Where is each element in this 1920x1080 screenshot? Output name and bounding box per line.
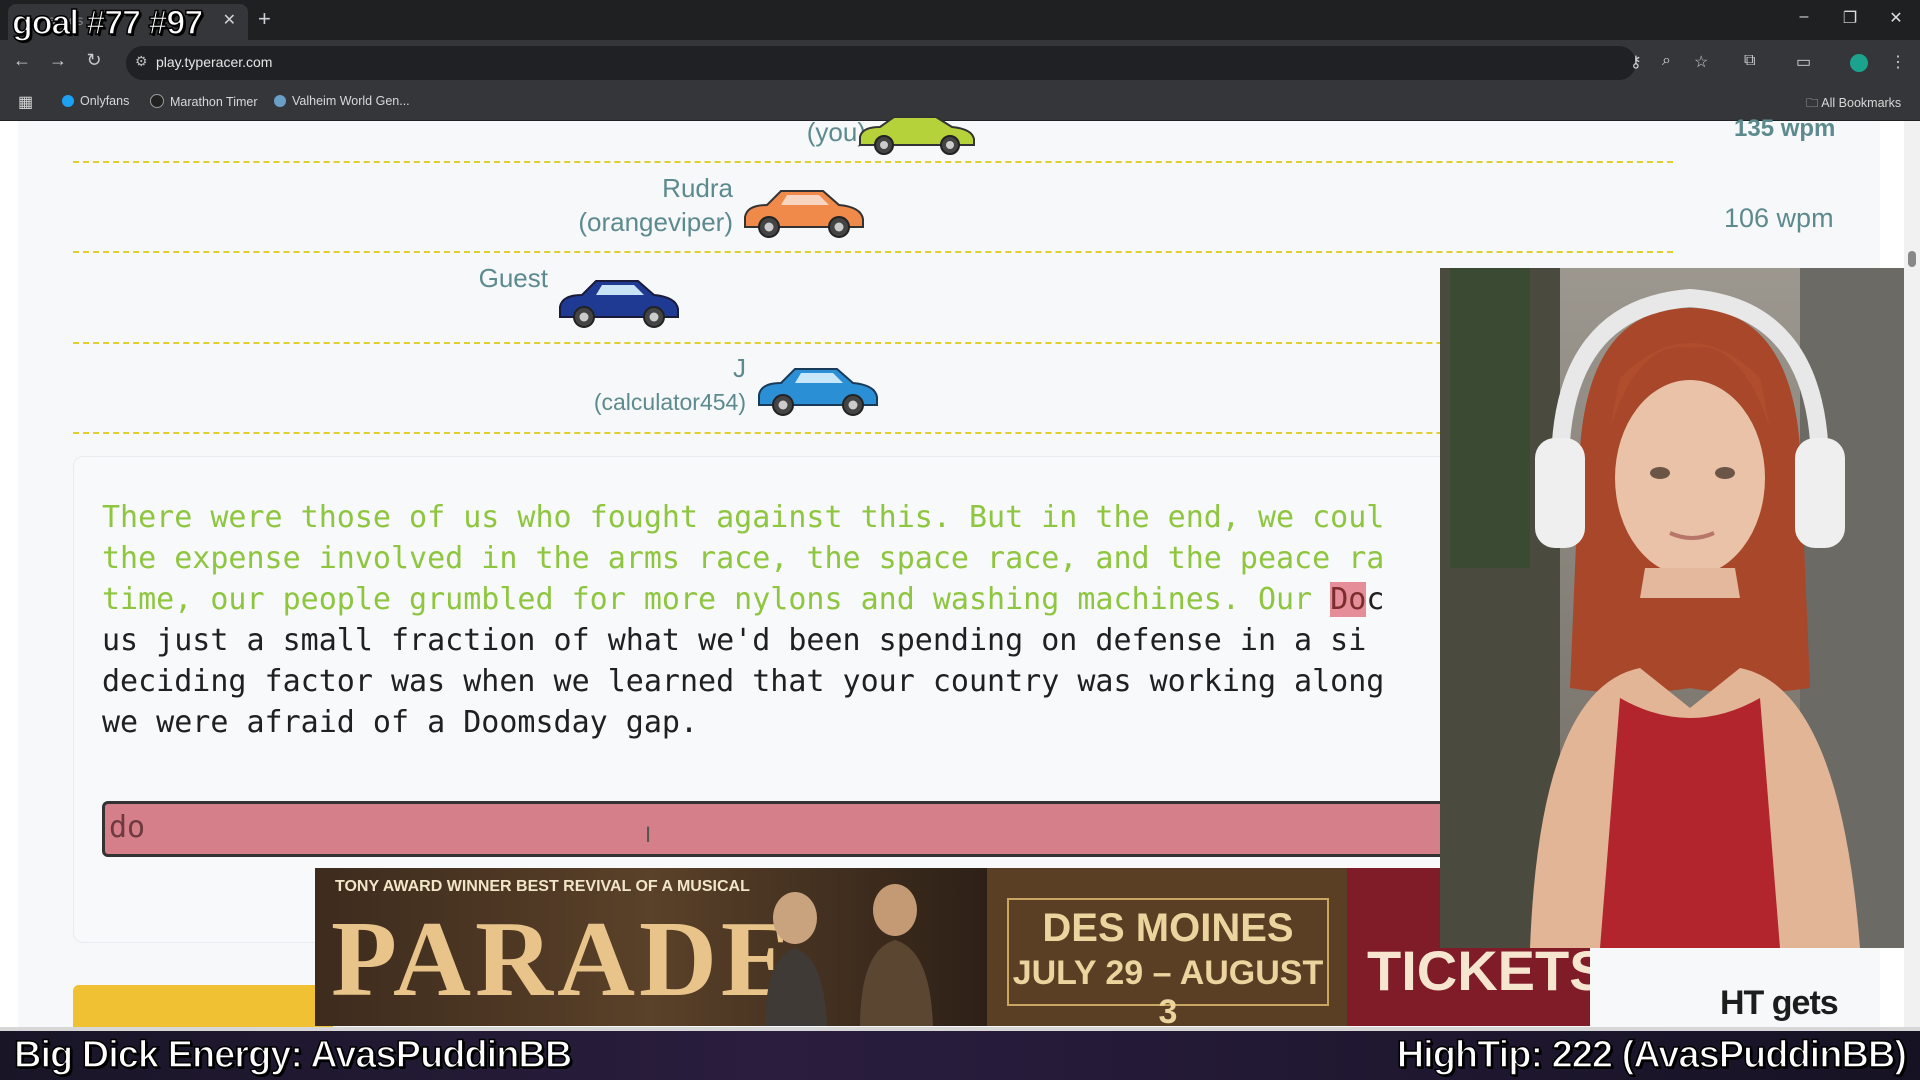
bookmark-item[interactable]: Valheim World Gen... [274, 94, 410, 108]
new-tab-icon[interactable]: + [258, 6, 271, 32]
bookmark-label: Onlyfans [80, 94, 130, 108]
car-icon [744, 190, 864, 238]
extensions-icon[interactable]: ⧉ [1744, 52, 1755, 70]
address-bar-row: ← → ↻ ⚙ play.typeracer.com ⚷ ⌕ ☆ ⧉ ▭ ⋮ [0, 40, 1920, 86]
racer-rudra: Rudra (orangeviper) [498, 171, 733, 239]
passage-typed-text: There were those of us who fought agains… [102, 500, 1385, 617]
racer-you: (you) [618, 115, 866, 149]
racer-wpm: 135 wpm [1734, 115, 1836, 142]
racer-name: Guest [478, 263, 548, 293]
racer-j: J (calculator454) [508, 351, 746, 419]
ad-city: DES MOINES [1042, 906, 1294, 950]
folder-icon: 🗀 [1806, 96, 1822, 110]
restore-icon[interactable]: ❐ [1832, 8, 1868, 28]
streamer-image [1440, 268, 1920, 948]
ad-left-panel: TONY AWARD WINNER BEST REVIVAL OF A MUSI… [315, 868, 987, 1026]
car-icon [859, 116, 975, 155]
profile-avatar[interactable] [1850, 54, 1868, 72]
racer-handle: (calculator454) [593, 389, 746, 415]
racer-wpm: 106 wpm [1724, 203, 1834, 233]
all-bookmarks[interactable]: 🗀 All Bookmarks [1806, 94, 1901, 115]
text-cursor-icon: I [645, 822, 652, 847]
url-text: play.typeracer.com [156, 54, 273, 70]
bookmark-star-icon[interactable]: ☆ [1694, 52, 1708, 72]
close-window-icon[interactable]: ✕ [1878, 8, 1914, 28]
car-icon [559, 280, 679, 328]
race-passage: There were those of us who fought agains… [102, 497, 1602, 743]
apps-grid-icon[interactable]: ▦ [18, 92, 33, 112]
passage-error-word: Do [1330, 582, 1367, 617]
ad-frame: DES MOINES JULY 29 – AUGUST 3 [1007, 898, 1329, 1026]
webcam-overlay [1440, 268, 1920, 948]
car-icon [758, 368, 878, 416]
bookmark-favicon-icon [62, 95, 74, 107]
ad-banner[interactable]: TONY AWARD WINNER BEST REVIVAL OF A MUSI… [315, 868, 1590, 1026]
bookmark-item[interactable]: Onlyfans [62, 94, 129, 108]
racer-name: J [733, 353, 746, 383]
all-bookmarks-label: All Bookmarks [1821, 96, 1902, 110]
ad-actors-image [765, 884, 933, 1026]
lane-divider [73, 251, 1673, 253]
lane-divider [73, 161, 1673, 163]
bookmark-item[interactable]: Marathon Timer [150, 94, 258, 109]
lane-divider [73, 342, 1673, 344]
ad-date-panel: DES MOINES JULY 29 – AUGUST 3 [987, 868, 1347, 1026]
bookmark-label: Valheim World Gen... [292, 94, 410, 108]
minimize-icon[interactable]: – [1786, 8, 1822, 26]
hightip-overlay: HighTip: 222 (AvasPuddinBB) [1396, 1033, 1908, 1077]
racer-name: Rudra [662, 173, 733, 203]
zoom-icon[interactable]: ⌕ [1662, 52, 1671, 70]
yellow-button[interactable] [73, 985, 333, 1031]
url-input[interactable]: ⚙ play.typeracer.com [126, 46, 1636, 80]
typing-input[interactable]: do [102, 801, 1662, 857]
menu-kebab-icon[interactable]: ⋮ [1890, 52, 1906, 72]
racer-handle: (orangeviper) [578, 207, 733, 237]
ad-title: PARADE [331, 900, 797, 1019]
goal-overlay: goal #77 #97 [11, 3, 204, 43]
page-scrollbar[interactable] [1904, 121, 1920, 1031]
site-info-icon[interactable]: ⚙ [135, 53, 148, 70]
scrollbar-thumb[interactable] [1908, 251, 1916, 267]
racer-guest: Guest [418, 261, 548, 295]
split-view-icon[interactable]: ▭ [1796, 52, 1811, 72]
password-key-icon[interactable]: ⚷ [1630, 52, 1642, 72]
ad-dates: JULY 29 – AUGUST 3 [1012, 954, 1324, 1026]
bottom-left-overlay: Big Dick Energy: AvasPuddinBB [13, 1033, 573, 1077]
racer-handle: (you) [806, 117, 866, 147]
reload-icon[interactable]: ↻ [80, 50, 108, 71]
back-icon[interactable]: ← [8, 50, 36, 71]
lane-divider [73, 432, 1673, 434]
bookmark-favicon-icon [274, 95, 286, 107]
tab-close-icon[interactable]: ✕ [223, 10, 236, 30]
ad-award-text: TONY AWARD WINNER BEST REVIVAL OF A MUSI… [335, 878, 750, 895]
bookmark-favicon-icon [150, 94, 164, 108]
bookmark-label: Marathon Timer [170, 95, 258, 109]
forward-icon[interactable]: → [44, 50, 72, 71]
browser-tab-bar: ames ✕ + – ❐ ✕ [0, 0, 1920, 40]
